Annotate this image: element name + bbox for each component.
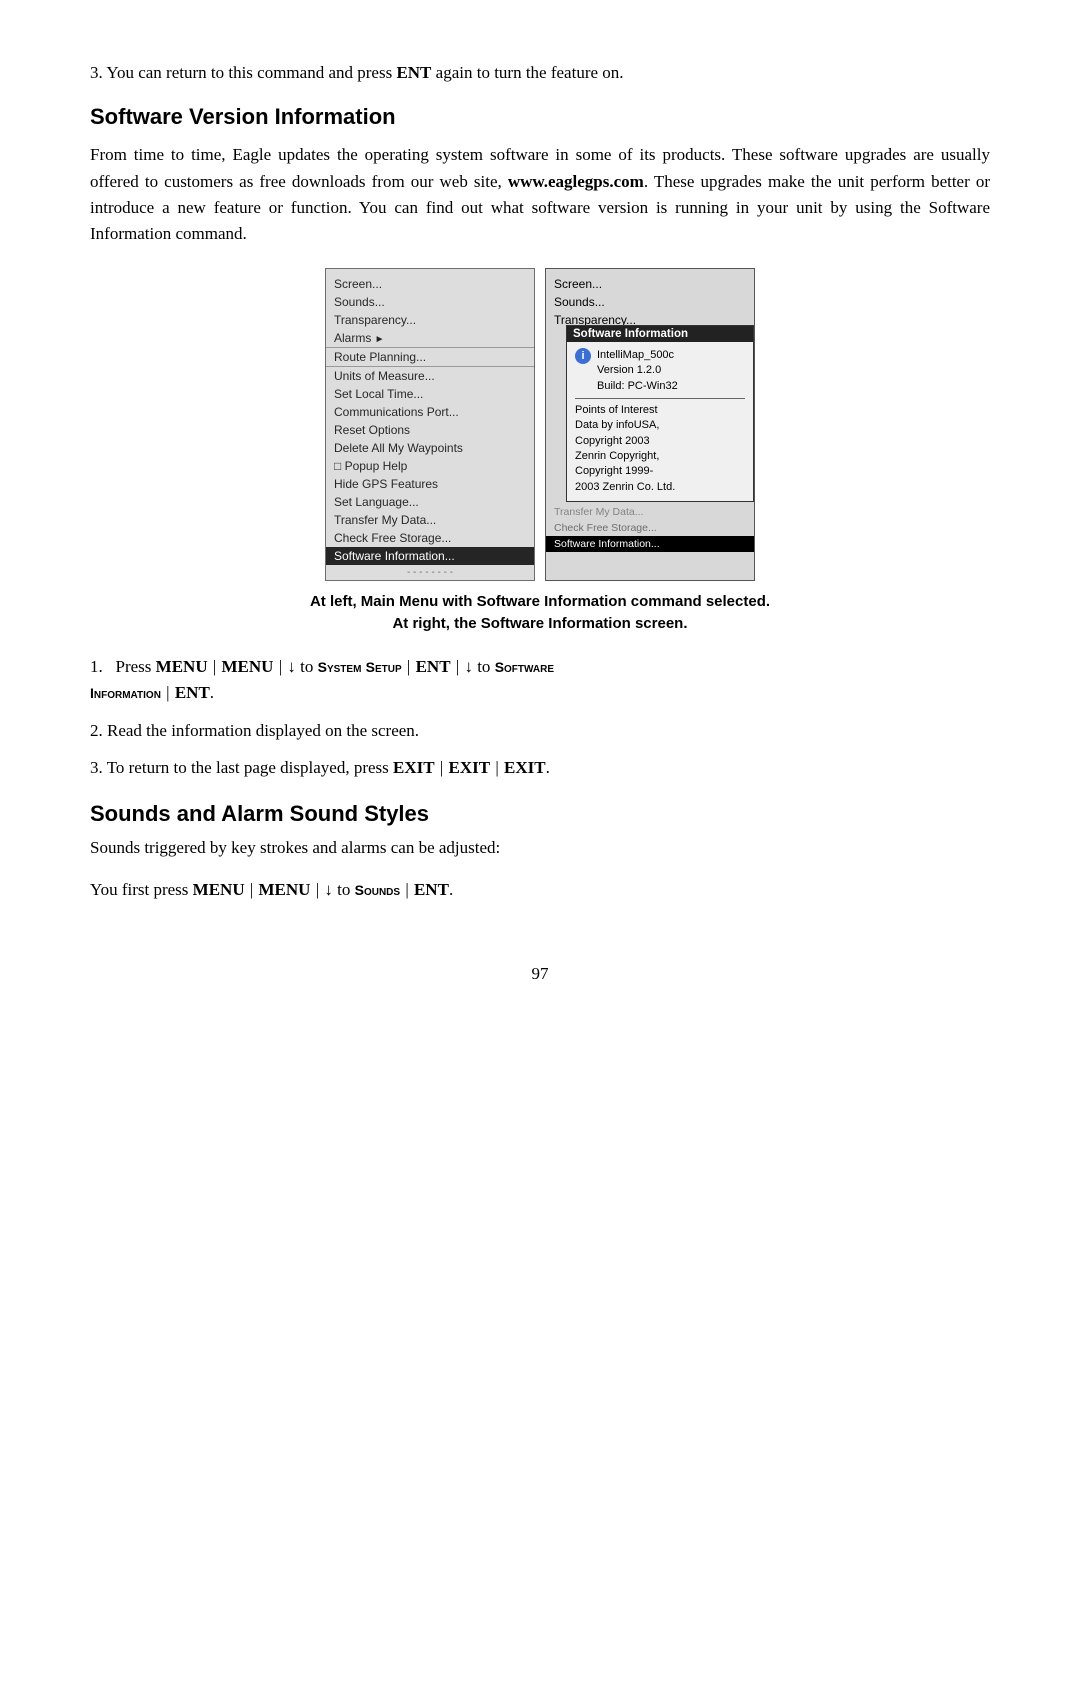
right-menu-transfer: Transfer My Data... [546,504,754,520]
screenshots-container: Screen... Sounds... Transparency... Alar… [90,268,990,581]
sounds-arrow: ↓ [324,880,333,899]
info-icon: i [575,348,591,364]
step3-exit1: EXIT [393,758,435,777]
menu-item-delete: Delete All My Waypoints [326,439,534,457]
step1-menu2: MENU [222,657,274,676]
menu-item-route-planning: Route Planning... [326,347,534,366]
right-menu-check-storage: Check Free Storage... [546,520,754,536]
step3-exit3: EXIT [504,758,546,777]
sounds-ent: ENT [414,880,449,899]
left-screenshot-footer: - - - - - - - - [326,565,534,580]
popup-poi-info: Points of Interest Data by infoUSA, Copy… [575,403,745,495]
step1-arrow1: ↓ [287,657,296,676]
website-link: www.eaglegps.com [508,172,644,191]
popup-app-info: IntelliMap_500c Version 1.2.0 Build: PC-… [597,348,678,394]
sounds-body-1: Sounds triggered by key strokes and alar… [90,835,990,861]
step-3: 3. To return to the last page displayed,… [90,755,990,781]
left-screenshot: Screen... Sounds... Transparency... Alar… [325,268,535,581]
menu-item-check-storage: Check Free Storage... [326,529,534,547]
step1-information: Information [90,685,161,701]
menu-item-comms: Communications Port... [326,403,534,421]
menu-item-popup: □ Popup Help [326,457,534,475]
step1-ent1: ENT [416,657,451,676]
sounds-body-2: You first press MENU | MENU | ↓ to Sound… [90,877,990,903]
intro-paragraph: 3. You can return to this command and pr… [90,60,990,86]
menu-item-transfer: Transfer My Data... [326,511,534,529]
software-section-heading: Software Version Information [90,104,990,130]
popup-title: Software Information [567,326,753,342]
popup-app-row: i IntelliMap_500c Version 1.2.0 Build: P… [575,348,745,394]
menu-item-screen: Screen... [326,275,534,293]
menu-item-transparency: Transparency... [326,311,534,329]
software-section-body: From time to time, Eagle updates the ope… [90,142,990,247]
menu-item-units: Units of Measure... [326,366,534,385]
menu-item-reset: Reset Options [326,421,534,439]
menu-item-local-time: Set Local Time... [326,385,534,403]
step-2: 2. Read the information displayed on the… [90,718,990,744]
sounds-label: Sounds [355,882,400,898]
step1-ent2: ENT [175,683,210,702]
step1-setup: Setup [366,659,402,675]
menu-item-alarms: Alarms ► [326,329,534,347]
sounds-menu1: MENU [193,880,245,899]
screenshot-caption: At left, Main Menu with Software Informa… [90,591,990,636]
sounds-section-heading: Sounds and Alarm Sound Styles [90,801,990,827]
right-bottom-items: Transfer My Data... Check Free Storage..… [546,504,754,552]
right-menu-screen: Screen... [546,275,754,293]
right-screenshot: Screen... Sounds... Transparency... Soft… [545,268,755,581]
step1-software: Software [495,659,554,675]
ent-key-intro: ENT [396,63,431,82]
right-menu-sounds: Sounds... [546,293,754,311]
step1-number: 1. Press [90,657,156,676]
page-number: 97 [90,964,990,984]
step3-exit2: EXIT [449,758,491,777]
menu-item-hide-gps: Hide GPS Features [326,475,534,493]
software-info-popup: Software Information i IntelliMap_500c V… [566,325,754,503]
menu-item-software-info-left: Software Information... [326,547,534,565]
step-1: 1. Press MENU | MENU | ↓ to System Setup… [90,654,990,707]
menu-item-sounds: Sounds... [326,293,534,311]
step1-arrow2: ↓ [464,657,473,676]
step1-system: System [318,659,362,675]
popup-separator [575,398,745,399]
menu-item-language: Set Language... [326,493,534,511]
right-menu-software-info: Software Information... [546,536,754,552]
step1-menu1: MENU [156,657,208,676]
sounds-menu2: MENU [259,880,311,899]
